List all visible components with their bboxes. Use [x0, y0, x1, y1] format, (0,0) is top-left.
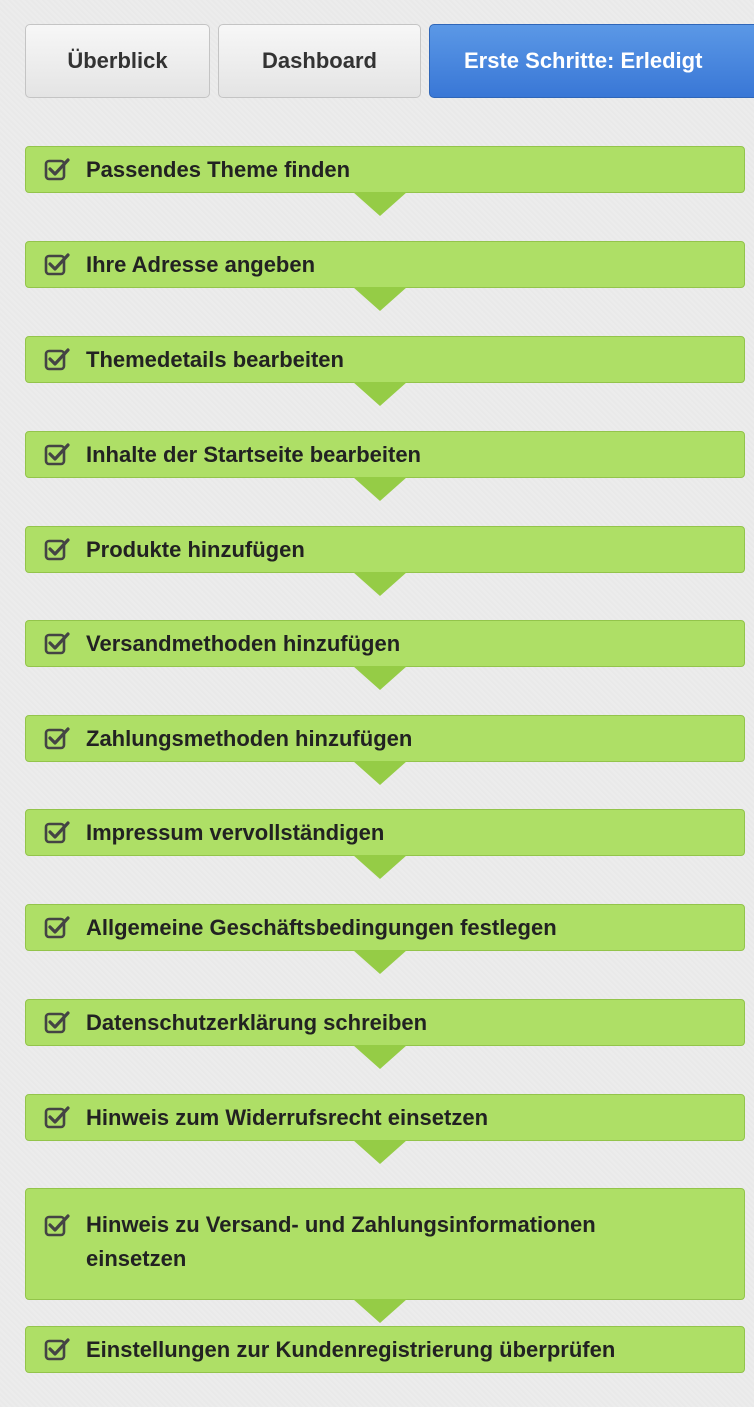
step-item[interactable]: Produkte hinzufügen [25, 526, 745, 573]
checkbox-checked-icon [44, 537, 70, 563]
tab-dashboard[interactable]: Dashboard [218, 24, 421, 98]
step-label: Zahlungsmethoden hinzufügen [86, 725, 413, 751]
checkbox-checked-icon [44, 631, 70, 657]
step-label: Versandmethoden hinzufügen [86, 630, 401, 656]
checkbox-checked-icon [44, 157, 70, 183]
page: Überblick Dashboard Erste Schritte: Erle… [0, 0, 754, 1407]
tab-ueberblick[interactable]: Überblick [25, 24, 210, 98]
arrow-down-icon [353, 1299, 407, 1323]
arrow-down-icon [353, 666, 407, 690]
step-label: Einstellungen zur Kundenregistrierung üb… [86, 1336, 616, 1362]
step-label: Hinweis zum Widerrufsrecht einsetzen [86, 1104, 489, 1130]
step-item[interactable]: Themedetails bearbeiten [25, 336, 745, 383]
checkbox-checked-icon [44, 1337, 70, 1363]
step-label: Themedetails bearbeiten [86, 346, 344, 372]
arrow-down-icon [353, 1140, 407, 1164]
step-item[interactable]: Passendes Theme finden [25, 146, 745, 193]
step-label: Passendes Theme finden [86, 156, 351, 182]
checkbox-checked-icon [44, 726, 70, 752]
step-item[interactable]: Impressum vervollständigen [25, 809, 745, 856]
arrow-down-icon [353, 855, 407, 879]
checkbox-checked-icon [44, 442, 70, 468]
step-item[interactable]: Inhalte der Startseite bearbeiten [25, 431, 745, 478]
arrow-down-icon [353, 287, 407, 311]
arrow-down-icon [353, 382, 407, 406]
arrow-down-icon [353, 192, 407, 216]
tab-erste-schritte[interactable]: Erste Schritte: Erledigt [429, 24, 754, 98]
step-label: Ihre Adresse angeben [86, 251, 316, 277]
step-label: Produkte hinzufügen [86, 536, 305, 562]
step-label: Hinweis zu Versand- und Zahlungsinformat… [86, 1212, 596, 1271]
checkbox-checked-icon [44, 347, 70, 373]
step-label: Impressum vervollständigen [86, 819, 385, 845]
step-label: Inhalte der Startseite bearbeiten [86, 441, 421, 467]
checkbox-checked-icon [44, 1213, 70, 1239]
step-label: Allgemeine Geschäftsbedingungen festlege… [86, 914, 557, 940]
arrow-down-icon [353, 950, 407, 974]
checkbox-checked-icon [44, 915, 70, 941]
arrow-down-icon [353, 1045, 407, 1069]
step-item[interactable]: Zahlungsmethoden hinzufügen [25, 715, 745, 762]
arrow-down-icon [353, 761, 407, 785]
step-item[interactable]: Einstellungen zur Kundenregistrierung üb… [25, 1326, 745, 1373]
tab-bar: Überblick Dashboard Erste Schritte: Erle… [25, 24, 754, 100]
step-item[interactable]: Hinweis zu Versand- und Zahlungsinformat… [25, 1188, 745, 1300]
checkbox-checked-icon [44, 252, 70, 278]
checkbox-checked-icon [44, 820, 70, 846]
step-item[interactable]: Datenschutzerklärung schreiben [25, 999, 745, 1046]
step-item[interactable]: Allgemeine Geschäftsbedingungen festlege… [25, 904, 745, 951]
step-item[interactable]: Versandmethoden hinzufügen [25, 620, 745, 667]
arrow-down-icon [353, 477, 407, 501]
arrow-down-icon [353, 572, 407, 596]
step-item[interactable]: Ihre Adresse angeben [25, 241, 745, 288]
step-item[interactable]: Hinweis zum Widerrufsrecht einsetzen [25, 1094, 745, 1141]
step-label: Datenschutzerklärung schreiben [86, 1009, 428, 1035]
checkbox-checked-icon [44, 1105, 70, 1131]
checkbox-checked-icon [44, 1010, 70, 1036]
